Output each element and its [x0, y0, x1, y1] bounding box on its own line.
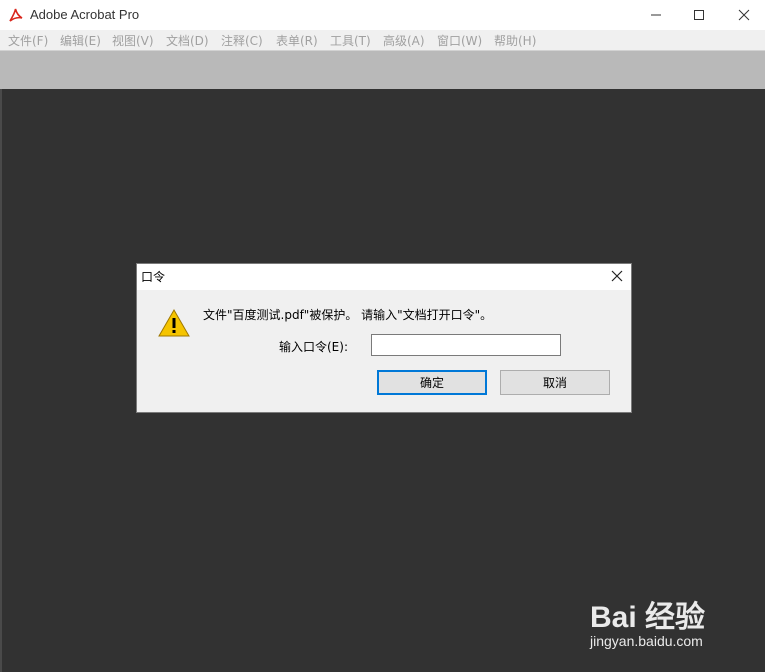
maximize-icon [694, 10, 704, 20]
menu-advanced[interactable]: 高级(A) [383, 32, 425, 49]
menu-bar: 文件(F) 编辑(E) 视图(V) 文档(D) 注释(C) 表单(R) 工具(T… [0, 30, 765, 50]
close-window-button[interactable] [721, 0, 765, 30]
maximize-button[interactable] [676, 0, 722, 30]
dialog-titlebar[interactable]: 口令 [137, 264, 631, 290]
baidu-jingyan-watermark: Bai 经验 jingyan.baidu.com [586, 588, 736, 658]
cancel-button[interactable]: 取消 [500, 370, 610, 395]
menu-help[interactable]: 帮助(H) [494, 32, 536, 49]
close-icon[interactable] [609, 268, 625, 284]
toolbar [0, 50, 765, 89]
watermark-url: jingyan.baidu.com [590, 633, 703, 649]
menu-file[interactable]: 文件(F) [8, 32, 48, 49]
acrobat-logo-icon [9, 8, 23, 22]
warning-icon [158, 308, 190, 337]
menu-edit[interactable]: 编辑(E) [60, 32, 101, 49]
menu-forms[interactable]: 表单(R) [276, 32, 318, 49]
minimize-icon [651, 14, 661, 16]
dialog-title: 口令 [141, 270, 166, 284]
dialog-message: 文件"百度测试.pdf"被保护。 请输入"文档打开口令"。 [203, 308, 493, 322]
password-input[interactable] [371, 334, 561, 356]
password-label: 输入口令(E): [279, 340, 348, 354]
menu-document[interactable]: 文档(D) [166, 32, 209, 49]
password-dialog: 口令 文件"百度测试.pdf"被保护。 请输入"文档打开口令"。 输入口令(E)… [136, 263, 632, 413]
window-titlebar[interactable]: Adobe Acrobat Pro [0, 0, 765, 30]
left-panel-edge [0, 89, 2, 672]
menu-comments[interactable]: 注释(C) [221, 32, 263, 49]
menu-view[interactable]: 视图(V) [112, 32, 154, 49]
menu-window[interactable]: 窗口(W) [437, 32, 482, 49]
watermark-brand: Bai 经验 [590, 601, 706, 634]
window-title: Adobe Acrobat Pro [30, 7, 140, 22]
menu-tools[interactable]: 工具(T) [330, 32, 371, 49]
close-icon [738, 9, 750, 21]
minimize-button[interactable] [633, 0, 679, 30]
ok-button[interactable]: 确定 [377, 370, 487, 395]
